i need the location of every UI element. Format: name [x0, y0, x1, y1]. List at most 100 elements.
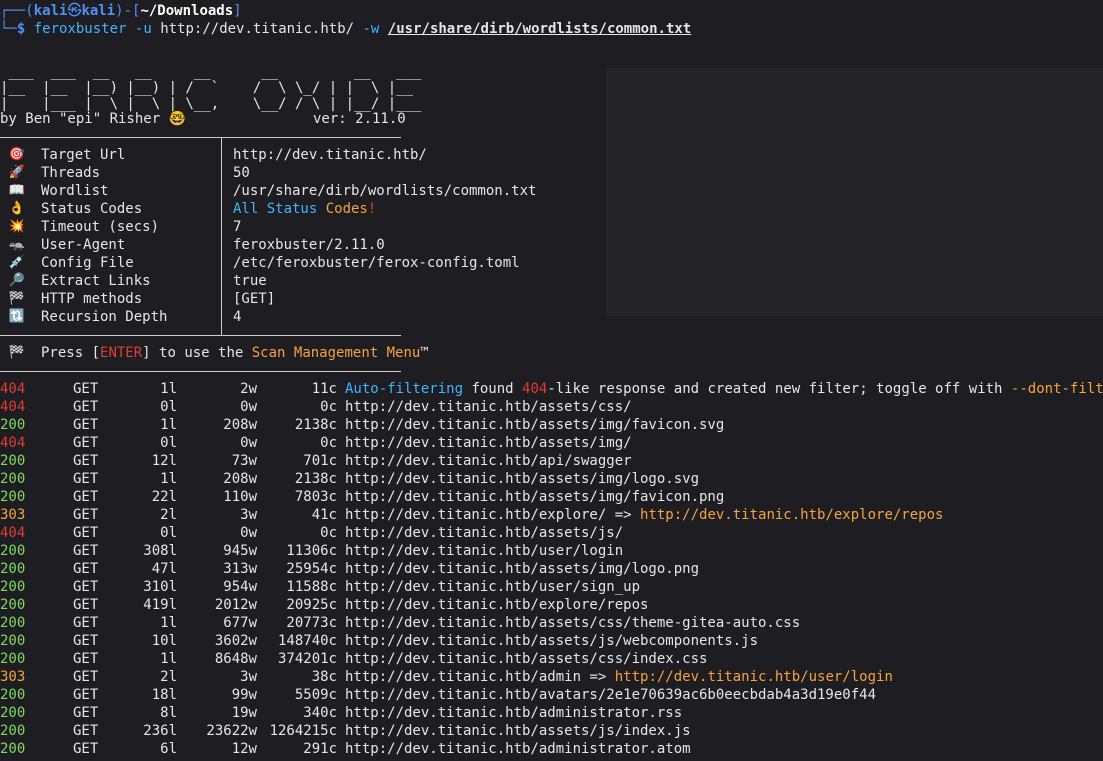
config-label: User-Agent: [41, 237, 126, 253]
line-count: 0l: [160, 525, 177, 541]
config-value: feroxbuster/2.11.0: [233, 237, 385, 253]
config-label: Extract Links: [41, 273, 151, 289]
line-count: 419l: [143, 597, 177, 613]
result-row: 200 GET 18l 99w 5509c http://dev.titanic.htb/…: [0, 686, 1103, 704]
result-url[interactable]: http://dev.titanic.htb/assets/img/: [345, 434, 632, 452]
result-row: 404 GET 1l 2w 11c Auto-filtering found 404-li…: [0, 380, 1103, 398]
http-method: GET: [73, 543, 99, 559]
http-method: GET: [73, 435, 99, 451]
result-row: 200 GET 47l 313w 25954c http://dev.titanic.ht…: [0, 560, 1103, 578]
result-url[interactable]: http://dev.titanic.htb/assets/js/: [345, 524, 623, 542]
http-method: GET: [73, 579, 99, 595]
word-count: 0w: [240, 399, 257, 415]
http-method: GET: [73, 489, 99, 505]
reload-icon: 🔃: [8, 309, 26, 324]
result-url[interactable]: http://dev.titanic.htb/assets/js/index.j…: [345, 722, 691, 740]
ok-hand-icon: 👌: [8, 201, 26, 216]
http-method: GET: [73, 705, 99, 721]
redirect-url[interactable]: http://dev.titanic.htb/user/login: [615, 669, 893, 685]
result-url[interactable]: http://dev.titanic.htb/assets/img/logo.p…: [345, 560, 699, 578]
http-method: GET: [73, 597, 99, 613]
http-method: GET: [73, 651, 99, 667]
result-url[interactable]: http://dev.titanic.htb/user/sign_up: [345, 578, 640, 596]
http-method: GET: [73, 381, 99, 397]
target-icon: 🎯: [8, 147, 26, 162]
result-url[interactable]: http://dev.titanic.htb/assets/css/: [345, 398, 632, 416]
char-count: 11c: [311, 381, 337, 397]
line-count: 0l: [160, 435, 177, 451]
char-count: 0c: [320, 525, 337, 541]
result-url[interactable]: http://dev.titanic.htb/administrator.rss: [345, 704, 682, 722]
word-count: 945w: [223, 543, 257, 559]
result-url[interactable]: http://dev.titanic.htb/explore/ => http:…: [345, 506, 943, 524]
word-count: 0w: [240, 525, 257, 541]
char-count: 5509c: [294, 687, 337, 703]
config-label: Recursion Depth: [41, 309, 168, 325]
book-icon: 📖: [8, 183, 26, 198]
config-label: Wordlist: [41, 183, 109, 199]
command-flag-w: -w: [362, 21, 380, 37]
redirect-url[interactable]: http://dev.titanic.htb/explore/repos: [640, 507, 943, 523]
line-count: 1l: [160, 417, 177, 433]
config-value: /usr/share/dirb/wordlists/common.txt: [233, 183, 537, 199]
result-row: 303 GET 2l 3w 41c http://dev.titanic.htb/expl…: [0, 506, 1103, 524]
line-count: 6l: [160, 741, 177, 757]
line-count: 18l: [151, 687, 177, 703]
config-label: Timeout (secs): [41, 219, 160, 235]
config-label: HTTP methods: [41, 291, 143, 307]
config-value: All Status Codes!: [233, 201, 377, 217]
result-url[interactable]: http://dev.titanic.htb/user/login: [345, 542, 623, 560]
word-count: 2012w: [214, 597, 257, 613]
http-method: GET: [73, 417, 99, 433]
result-url[interactable]: http://dev.titanic.htb/api/swagger: [345, 452, 632, 470]
word-count: 12w: [231, 741, 257, 757]
result-url[interactable]: http://dev.titanic.htb/admin => http://d…: [345, 668, 893, 686]
config-row: 🚀 Threads 50: [0, 164, 1103, 182]
result-url[interactable]: http://dev.titanic.htb/assets/css/theme-…: [345, 614, 800, 632]
line-count: 1l: [160, 615, 177, 631]
result-row: 200 GET 22l 110w 7803c http://dev.titanic.htb…: [0, 488, 1103, 506]
result-url[interactable]: http://dev.titanic.htb/administrator.ato…: [345, 740, 691, 758]
http-method: GET: [73, 723, 99, 739]
collision-icon: 💥: [8, 219, 26, 234]
line-count: 12l: [151, 453, 177, 469]
config-value: true: [233, 273, 267, 289]
status-code: 200: [0, 723, 26, 739]
config-label: Target Url: [41, 147, 126, 163]
config-value: /etc/feroxbuster/ferox-config.toml: [233, 255, 520, 271]
result-url[interactable]: http://dev.titanic.htb/avatars/2e1e70639…: [345, 686, 876, 704]
status-code: 200: [0, 597, 26, 613]
status-code: 200: [0, 741, 26, 757]
status-code: 200: [0, 633, 26, 649]
result-row: 404 GET 0l 0w 0c http://dev.titanic.htb/asset…: [0, 434, 1103, 452]
char-count: 1264215c: [269, 723, 337, 739]
char-count: 148740c: [277, 633, 337, 649]
word-count: 110w: [223, 489, 257, 505]
word-count: 19w: [231, 705, 257, 721]
command-line[interactable]: └─$ feroxbuster -u http://dev.titanic.ht…: [0, 20, 691, 38]
result-url[interactable]: http://dev.titanic.htb/assets/css/index.…: [345, 650, 707, 668]
result-url[interactable]: http://dev.titanic.htb/assets/img/favico…: [345, 488, 724, 506]
status-code: 200: [0, 651, 26, 667]
line-count: 308l: [143, 543, 177, 559]
line-count: 2l: [160, 507, 177, 523]
banner-art-line-2: |__ |__ |__) |__) | / ` / \ \_/ | | \ |_…: [0, 80, 414, 96]
result-url[interactable]: http://dev.titanic.htb/assets/img/favico…: [345, 416, 724, 434]
http-method: GET: [73, 399, 99, 415]
result-row: 200 GET 10l 3602w 148740c http://dev.titanic.…: [0, 632, 1103, 650]
line-count: 22l: [151, 489, 177, 505]
config-label: Status Codes: [41, 201, 143, 217]
magnifier-icon: 🔎: [8, 273, 26, 288]
config-row: 👌 Status Codes All Status Codes!: [0, 200, 1103, 218]
config-label: Threads: [41, 165, 101, 181]
status-code: 200: [0, 417, 26, 433]
result-url[interactable]: http://dev.titanic.htb/assets/js/webcomp…: [345, 632, 758, 650]
rocket-icon: 🚀: [8, 165, 26, 180]
config-row: 🔎 Extract Links true: [0, 272, 1103, 290]
line-count: 2l: [160, 669, 177, 685]
terminal-window[interactable]: ┌──(kali㉿kali)-[~/Downloads] └─$ feroxbu…: [0, 0, 1103, 761]
result-url[interactable]: http://dev.titanic.htb/assets/img/logo.s…: [345, 470, 699, 488]
result-row: 200 GET 1l 208w 2138c http://dev.titanic.htb/…: [0, 416, 1103, 434]
char-count: 2138c: [294, 417, 337, 433]
result-url[interactable]: http://dev.titanic.htb/explore/repos: [345, 596, 648, 614]
